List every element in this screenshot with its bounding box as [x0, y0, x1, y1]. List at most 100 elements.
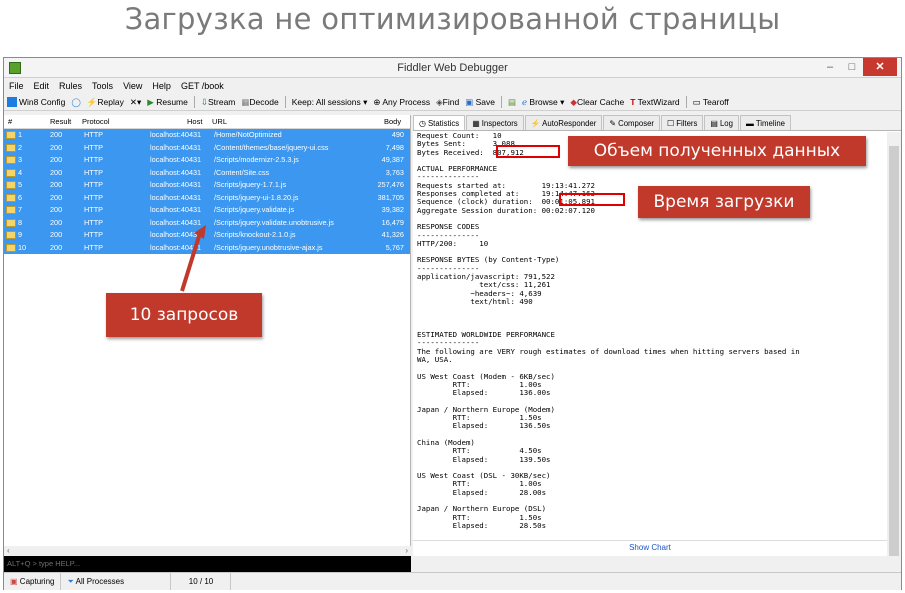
menu-get-book[interactable]: GET /book	[180, 78, 225, 94]
stream-button[interactable]: ⇩Stream	[201, 94, 236, 111]
menu-tools[interactable]: Tools	[91, 78, 114, 94]
tearoff-button[interactable]: ▭ Tearoff	[693, 94, 729, 111]
clear-cache-button[interactable]: ◆Clear Cache	[570, 94, 624, 111]
session-row[interactable]: 2 200 HTTP localhost:40431/Content/themes/b…	[4, 141, 410, 154]
maximize-button[interactable]: □	[841, 58, 863, 76]
close-button[interactable]: ✕	[863, 58, 897, 76]
session-cell-num: 7	[18, 205, 23, 214]
session-cell-num: 9	[18, 230, 23, 239]
tab-composer[interactable]: ✎ Composer	[603, 115, 661, 130]
session-type-icon	[6, 243, 16, 252]
menu-file[interactable]: File	[8, 78, 25, 94]
show-chart-link[interactable]: Show Chart	[413, 540, 887, 554]
session-cell-url: /Scripts/jquery.validate.unobtrusive.js	[214, 217, 334, 227]
session-cell-body: 49,387	[381, 155, 404, 164]
session-cell-body: 3,763	[385, 167, 404, 177]
comment-icon[interactable]: ◯	[71, 94, 81, 111]
col-body[interactable]: Body	[384, 115, 401, 129]
menu-edit[interactable]: Edit	[33, 78, 51, 94]
scroll-thumb[interactable]	[889, 146, 899, 556]
session-cell-result: 200	[50, 167, 63, 177]
capturing-indicator[interactable]: ▣ Capturing	[4, 573, 62, 590]
decode-button[interactable]: ▦Decode	[241, 94, 278, 111]
save-button[interactable]: ▣ Save	[465, 94, 495, 111]
session-type-icon	[6, 143, 16, 152]
session-cell-url: /Scripts/jquery.validate.js	[214, 205, 295, 214]
col-protocol[interactable]: Protocol	[82, 115, 110, 129]
tab-log-label: Log	[719, 119, 733, 128]
session-cell-num: 1	[18, 130, 23, 139]
session-cell-result: 200	[50, 230, 63, 239]
minimize-button[interactable]: –	[819, 58, 841, 76]
tearoff-icon: ▭	[692, 96, 701, 107]
any-process-button[interactable]: ⊕ Any Process	[373, 94, 430, 111]
session-type-icon	[6, 131, 16, 139]
menu-help[interactable]: Help	[151, 78, 172, 94]
callout-time: Время загрузки	[638, 186, 810, 218]
win8config-button[interactable]: Win8 Config	[7, 94, 65, 111]
fiddler-app-icon	[9, 62, 21, 74]
slide-title: Загрузка не оптимизированной страницы	[124, 2, 781, 36]
find-label: Find	[442, 96, 460, 107]
textwizard-button[interactable]: T TextWizard	[630, 94, 679, 111]
session-cell-body: 381,705	[377, 192, 404, 202]
remove-icon[interactable]: ✕▾	[130, 94, 141, 111]
quickexec-input[interactable]: ALT+Q > type HELP...	[4, 556, 411, 572]
process-filter[interactable]: ⏷ All Processes	[61, 573, 172, 590]
session-cell-result: 200	[50, 155, 63, 164]
session-type-icon	[6, 206, 16, 214]
clear-cache-label: Clear Cache	[576, 96, 625, 107]
menu-view[interactable]: View	[122, 78, 143, 94]
session-row[interactable]: 3 200 HTTP localhost:40431/Scripts/moderniz…	[4, 154, 410, 167]
decode-label: Decode	[249, 96, 279, 107]
tab-composer-label: Composer	[618, 119, 655, 128]
session-row[interactable]: 4 200 HTTP localhost:40431/Content/Site.css…	[4, 166, 410, 179]
session-cell-protocol: HTTP	[84, 242, 104, 252]
session-cell-url: /Scripts/jquery-ui-1.8.20.js	[214, 192, 299, 202]
statistics-vscrollbar[interactable]	[887, 132, 901, 556]
scroll-left-icon[interactable]: ‹	[7, 546, 10, 556]
capture-icon: ▣	[10, 577, 18, 586]
session-row[interactable]: 7 200 HTTP localhost:40431/Scripts/jquery.v…	[4, 204, 410, 217]
scroll-right-icon[interactable]: ›	[405, 546, 408, 556]
keep-sessions-dropdown[interactable]: Keep: All sessions ▾	[292, 94, 368, 111]
col-host[interactable]: Host	[187, 115, 202, 129]
tab-timeline-label: Timeline	[755, 119, 785, 128]
session-type-icon	[6, 181, 16, 189]
keep-label: Keep: All sessions	[291, 96, 361, 107]
session-cell-host: localhost:40431	[150, 155, 202, 164]
toolbar-separator	[284, 96, 286, 108]
callout-arrow	[180, 225, 206, 292]
filter-icon: ⏷	[67, 577, 74, 586]
find-button[interactable]: ◈Find	[436, 94, 459, 111]
session-cell-host: localhost:40431	[150, 167, 202, 177]
replay-button[interactable]: ⚡Replay	[87, 94, 124, 111]
tab-filters[interactable]: ☐ Filters	[661, 115, 704, 130]
session-cell-url: /Home/NotOptimized	[214, 130, 282, 139]
session-row[interactable]: 5 200 HTTP localhost:40431/Scripts/jquery-1…	[4, 179, 410, 192]
resume-button[interactable]: ▶ Resume	[147, 94, 188, 111]
menu-rules[interactable]: Rules	[58, 78, 83, 94]
tab-autoresponder[interactable]: ⚡ AutoResponder	[524, 115, 603, 130]
session-row[interactable]: 1 200 HTTP localhost:40431/Home/NotOptimize…	[4, 129, 410, 142]
session-type-icon	[6, 168, 16, 177]
session-cell-num: 8	[18, 217, 23, 227]
col-result[interactable]: Result	[50, 115, 71, 129]
tab-filters-label: Filters	[676, 119, 698, 128]
screenshot-icon[interactable]: ▤	[508, 94, 516, 111]
stream-icon: ⇩	[200, 96, 208, 107]
tab-log[interactable]: ▤ Log	[704, 115, 739, 130]
duration-highlight	[559, 193, 625, 206]
col-url[interactable]: URL	[212, 115, 227, 129]
tab-statistics[interactable]: ◷ Statistics	[413, 115, 466, 130]
session-row[interactable]: 6 200 HTTP localhost:40431/Scripts/jquery-u…	[4, 191, 410, 204]
tab-inspectors[interactable]: ▦ Inspectors	[466, 115, 524, 130]
tab-timeline[interactable]: ▬ Timeline	[739, 115, 791, 130]
col-num[interactable]: #	[8, 115, 12, 129]
sessions-hscrollbar[interactable]: ‹ ›	[4, 546, 411, 556]
window-title: Fiddler Web Debugger	[397, 62, 508, 74]
resume-label: Resume	[156, 96, 188, 107]
session-cell-result: 200	[50, 192, 63, 202]
browse-button[interactable]: ℯ Browse ▾	[522, 94, 564, 111]
textwizard-label: TextWizard	[637, 96, 680, 107]
